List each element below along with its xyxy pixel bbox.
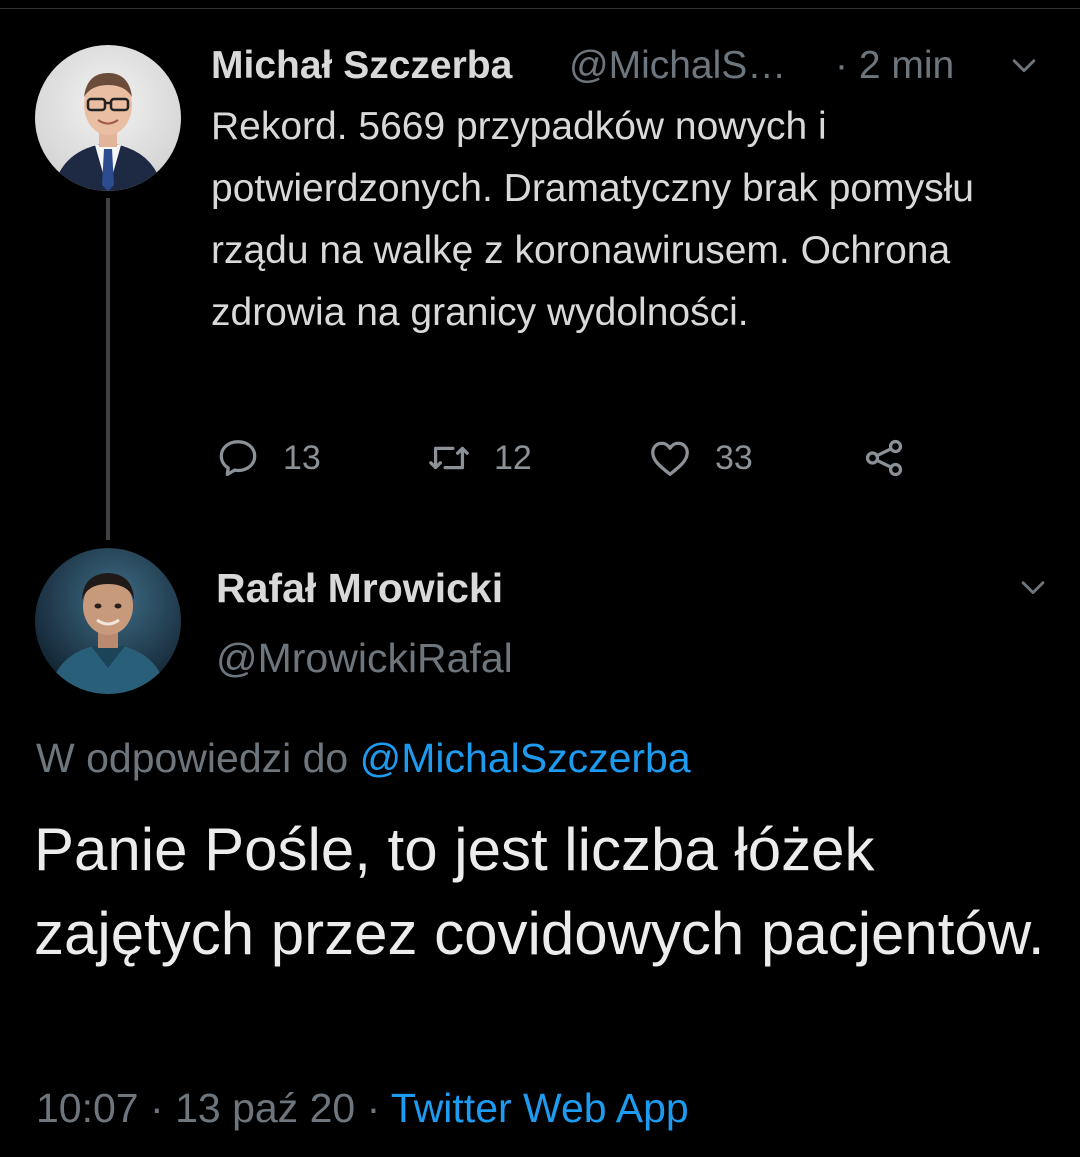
author-name[interactable]: Michał Szczerba (211, 40, 512, 92)
author-handle[interactable]: @MrowickiRafal (216, 628, 513, 688)
reply-count: 13 (283, 438, 321, 477)
like-button[interactable]: 33 (647, 430, 753, 486)
retweet-count: 12 (494, 438, 532, 477)
author-name[interactable]: Rafał Mrowicki (216, 558, 503, 618)
tweet-text: Rekord. 5669 przypadków nowych i potwier… (211, 105, 974, 334)
heart-icon (651, 441, 689, 476)
avatar[interactable] (35, 45, 181, 191)
chevron-down-icon[interactable] (1007, 48, 1041, 82)
thread-line (106, 198, 110, 540)
meta-separator: · (366, 1085, 381, 1131)
share-icon (865, 439, 903, 477)
tweet-date[interactable]: 13 paź 20 (175, 1085, 355, 1131)
tweet-time[interactable]: · 2 min (835, 40, 954, 92)
reply-icon (219, 440, 257, 477)
top-divider (0, 0, 1080, 9)
mention-link[interactable]: @MichalSzczerba (360, 735, 691, 781)
share-button[interactable] (861, 430, 907, 486)
tweet-actions: 13 12 33 (211, 430, 931, 486)
avatar-michal-image (35, 45, 181, 191)
reply-button[interactable]: 13 (215, 430, 321, 486)
meta-separator: · (150, 1085, 164, 1131)
source-link[interactable]: Twitter Web App (391, 1085, 689, 1131)
avatar-rafal-image (35, 548, 181, 694)
retweet-button[interactable]: 12 (426, 430, 532, 486)
tweet-meta: 10:07 · 13 paź 20 · Twitter Web App (36, 1078, 689, 1138)
retweet-icon (429, 446, 469, 470)
like-count: 33 (715, 438, 753, 477)
author-handle[interactable]: @MichalS… (569, 40, 786, 92)
replying-to: W odpowiedzi do @MichalSzczerba (36, 728, 691, 788)
parent-tweet-header: Michał Szczerba @MichalS… · 2 min (211, 40, 1061, 92)
chevron-down-icon[interactable] (1016, 570, 1050, 604)
tweet-time[interactable]: 10:07 (36, 1085, 139, 1131)
replying-prefix: W odpowiedzi do (36, 735, 349, 781)
avatar[interactable] (35, 548, 181, 694)
tweet-text: Panie Pośle, to jest liczba łóżek zajęty… (34, 816, 1045, 967)
